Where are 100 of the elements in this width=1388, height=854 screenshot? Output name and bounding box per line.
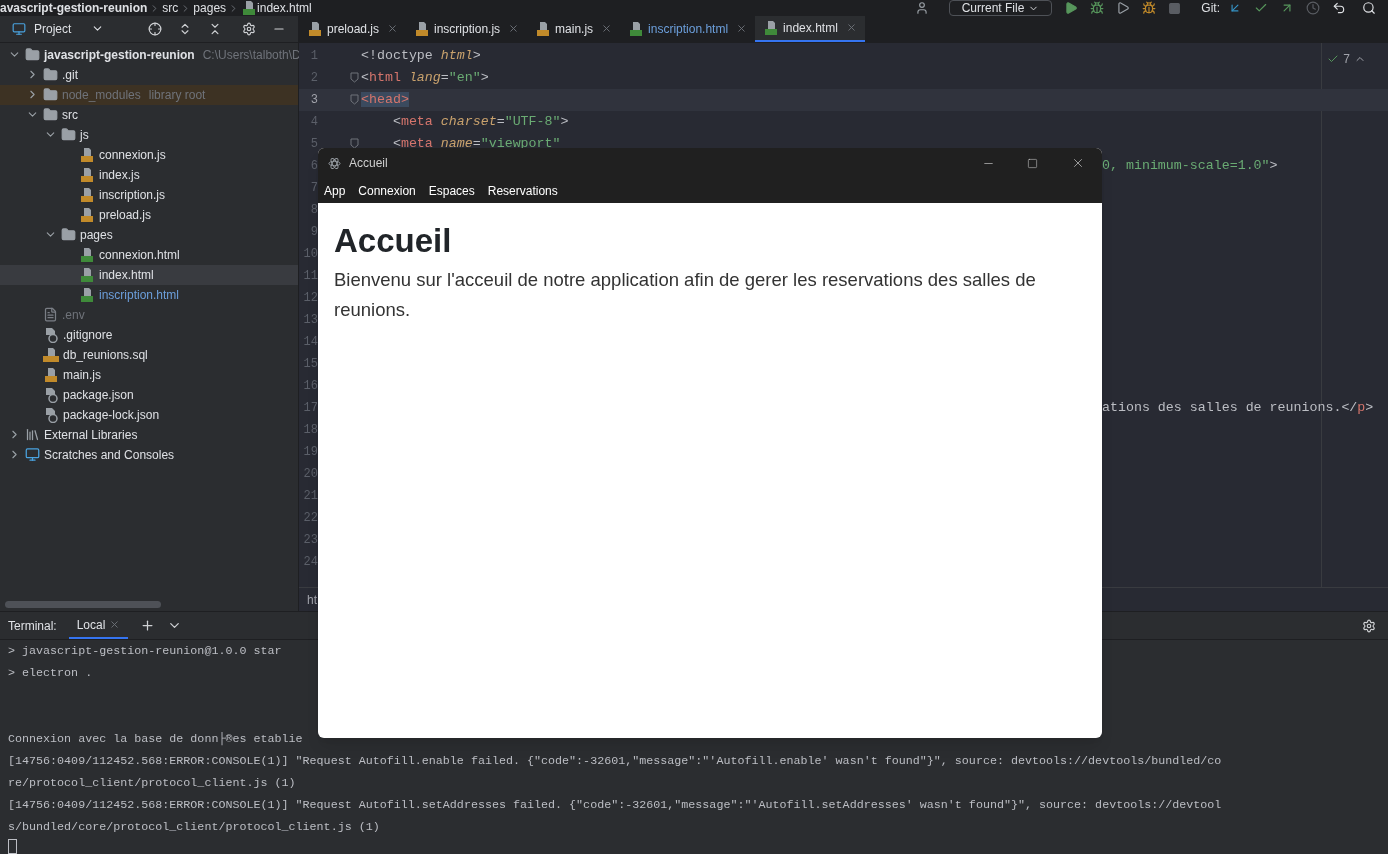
tree-row[interactable]: connexion.js: [0, 144, 298, 165]
inspection-count[interactable]: 7: [1343, 49, 1350, 68]
tree-label: .env: [62, 306, 85, 324]
tree-label: pages: [80, 226, 113, 244]
terminal-line: > electron .: [8, 665, 93, 683]
js-file-icon: [79, 166, 95, 183]
code-token: charset: [439, 114, 497, 129]
tab-label: index.html: [783, 19, 838, 37]
page-heading: Accueil: [334, 221, 453, 261]
js-file-icon: [414, 20, 431, 37]
tree-label: js: [80, 126, 89, 144]
tree-row[interactable]: inscription.js: [0, 184, 298, 205]
tree-row[interactable]: src: [0, 104, 298, 125]
tree-row[interactable]: External Libraries: [0, 424, 298, 445]
tree-label: package-lock.json: [63, 406, 160, 424]
debug-icon[interactable]: [1090, 1, 1105, 15]
tree-row[interactable]: .git: [0, 64, 298, 85]
page-paragraph: Bienvenu sur l'acceuil de notre application afin de gerer les reservations des salles de reunions.: [334, 268, 1037, 322]
tree-row[interactable]: javascript-gestion-reunion C:\Users\talboth\D: [0, 44, 298, 65]
close-icon[interactable]: [601, 23, 613, 35]
terminal-tab[interactable]: Local: [68, 612, 129, 639]
html-file-icon: [241, 0, 258, 16]
folder-icon: [43, 107, 58, 123]
tab-label: inscription.js: [434, 20, 501, 38]
tree-row[interactable]: preload.js: [0, 204, 298, 225]
tree-row[interactable]: index.js: [0, 164, 298, 185]
tree-row[interactable]: pages: [0, 224, 298, 245]
code-token: <!doctype: [361, 48, 434, 63]
tree-row[interactable]: main.js: [0, 364, 298, 385]
code-token: >: [1365, 400, 1374, 415]
tree-row[interactable]: js: [0, 124, 298, 145]
tree-row[interactable]: package.json: [0, 384, 298, 405]
tree-label: index.html: [99, 266, 154, 284]
code-token: name: [439, 136, 473, 151]
close-icon[interactable]: [736, 23, 748, 35]
menu-item[interactable]: Reservations: [487, 181, 558, 200]
js-file-icon: [43, 366, 59, 383]
editor-tab[interactable]: inscription.html: [620, 16, 756, 42]
js-file-icon: [535, 20, 552, 37]
settings-icon[interactable]: [1362, 618, 1376, 633]
tree-row[interactable]: Scratches and Consoles: [0, 444, 298, 465]
tree-row[interactable]: package-lock.json: [0, 404, 298, 425]
history-icon[interactable]: [1306, 1, 1320, 15]
fold-marker-icon[interactable]: [350, 72, 359, 84]
project-view-dropdown[interactable]: Project: [34, 19, 105, 38]
new-tab-icon[interactable]: [140, 618, 156, 633]
menu-item[interactable]: App: [324, 181, 346, 200]
editor-breadcrumb[interactable]: ht: [307, 590, 317, 609]
editor-tab[interactable]: preload.js: [299, 16, 407, 42]
tree-label: External Libraries: [44, 426, 138, 444]
close-icon[interactable]: [109, 619, 121, 630]
tree-label: inscription.js: [99, 186, 166, 204]
rollback-icon[interactable]: [1332, 1, 1346, 15]
breadcrumb-item[interactable]: pages: [193, 0, 227, 17]
menu-item[interactable]: Espaces: [428, 181, 475, 200]
locate-icon[interactable]: [148, 21, 162, 36]
code-token: lang: [407, 70, 441, 85]
search-icon[interactable]: [1362, 1, 1376, 15]
tree-row[interactable]: inscription.html: [0, 284, 298, 305]
tree-row[interactable]: .gitignore: [0, 324, 298, 345]
editor-tab[interactable]: index.html: [755, 16, 865, 42]
breadcrumb-item[interactable]: src: [162, 0, 179, 17]
code-token: meta: [400, 114, 433, 129]
code-token: >: [472, 48, 481, 63]
close-icon[interactable]: [845, 22, 857, 34]
terminal-title: Terminal:: [8, 617, 57, 635]
tree-label: inscription.html: [99, 286, 180, 304]
window-title: Accueil: [349, 155, 388, 172]
tree-label: .git: [62, 66, 78, 84]
tree-label: javascript-gestion-reunion: [44, 46, 195, 64]
tree-row[interactable]: index.html: [0, 264, 298, 285]
breadcrumb-item[interactable]: index.html: [257, 0, 312, 17]
editor-tab[interactable]: inscription.js: [406, 16, 528, 42]
fold-marker-icon[interactable]: [350, 138, 359, 150]
folder-icon: [43, 87, 58, 103]
menu-item[interactable]: Connexion: [358, 181, 416, 200]
horizontal-scrollbar[interactable]: [5, 601, 161, 608]
html-file-icon: [79, 286, 95, 303]
tree-row[interactable]: connexion.html: [0, 244, 298, 265]
settings-icon[interactable]: [242, 21, 256, 36]
tab-label: main.js: [555, 20, 594, 38]
tree-row[interactable]: db_reunions.sql: [0, 344, 298, 365]
git-commit-icon[interactable]: [1254, 1, 1268, 15]
stop-icon[interactable]: [1168, 1, 1182, 15]
code-token: html: [369, 70, 401, 85]
close-icon[interactable]: [1071, 156, 1085, 170]
code-token: meta: [400, 136, 433, 151]
tab-label: inscription.html: [648, 20, 729, 38]
code-token: "viewport": [480, 136, 561, 151]
fold-marker-icon[interactable]: [350, 94, 359, 106]
maximize-icon[interactable]: [1027, 157, 1038, 169]
close-icon[interactable]: [508, 23, 520, 35]
close-icon[interactable]: [387, 23, 399, 35]
terminal-line: Connexion avec la base de donn├®es etablie: [8, 731, 303, 749]
code-token: >: [560, 114, 569, 129]
user-icon[interactable]: [914, 1, 929, 15]
editor-tab[interactable]: main.js: [527, 16, 621, 42]
collapse-all-icon[interactable]: [208, 21, 222, 36]
breadcrumb-item[interactable]: avascript-gestion-reunion: [0, 0, 148, 17]
run-icon[interactable]: [1064, 1, 1079, 15]
